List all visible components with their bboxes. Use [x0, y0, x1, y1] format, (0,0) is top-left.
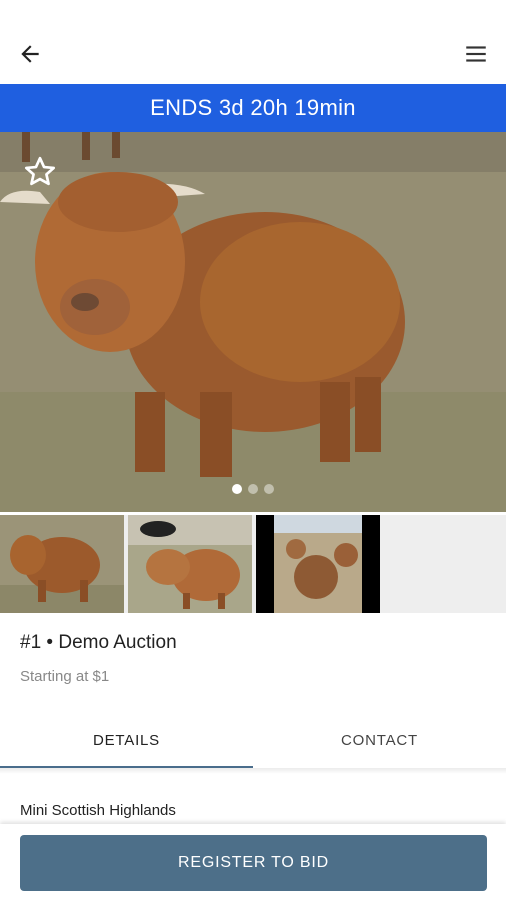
- app-bar: [0, 0, 506, 84]
- favorite-button[interactable]: [20, 152, 60, 192]
- hamburger-menu-icon: [466, 46, 486, 62]
- menu-button[interactable]: [454, 32, 498, 76]
- pager-dot[interactable]: [248, 484, 258, 494]
- register-to-bid-button[interactable]: REGISTER TO BID: [20, 835, 487, 891]
- highland-cow-image: [0, 132, 506, 512]
- arrow-left-icon: [21, 45, 39, 63]
- thumbnail-strip: [0, 515, 506, 613]
- thumbnail-2[interactable]: [128, 515, 252, 613]
- thumbnail-1[interactable]: [0, 515, 124, 613]
- register-button-label: REGISTER TO BID: [178, 854, 329, 871]
- auction-end-banner: ENDS 3d 20h 19min: [0, 84, 506, 132]
- tab-contact[interactable]: CONTACT: [253, 712, 506, 768]
- tab-bar: DETAILS CONTACT: [0, 712, 506, 768]
- photo-pager: [0, 484, 506, 494]
- tab-details[interactable]: DETAILS: [0, 712, 253, 768]
- thumbnail-3[interactable]: [256, 515, 380, 613]
- pager-dot-active[interactable]: [232, 484, 242, 494]
- main-photo[interactable]: [0, 132, 506, 512]
- back-button[interactable]: [8, 32, 52, 76]
- star-outline-icon: [25, 156, 56, 186]
- lot-title: #1 • Demo Auction: [20, 632, 177, 653]
- details-description: Mini Scottish Highlands: [20, 802, 176, 819]
- tab-divider: [0, 768, 506, 774]
- end-countdown-text: ENDS 3d 20h 19min: [150, 95, 356, 120]
- starting-price: Starting at $1: [20, 668, 110, 685]
- pager-dot[interactable]: [264, 484, 274, 494]
